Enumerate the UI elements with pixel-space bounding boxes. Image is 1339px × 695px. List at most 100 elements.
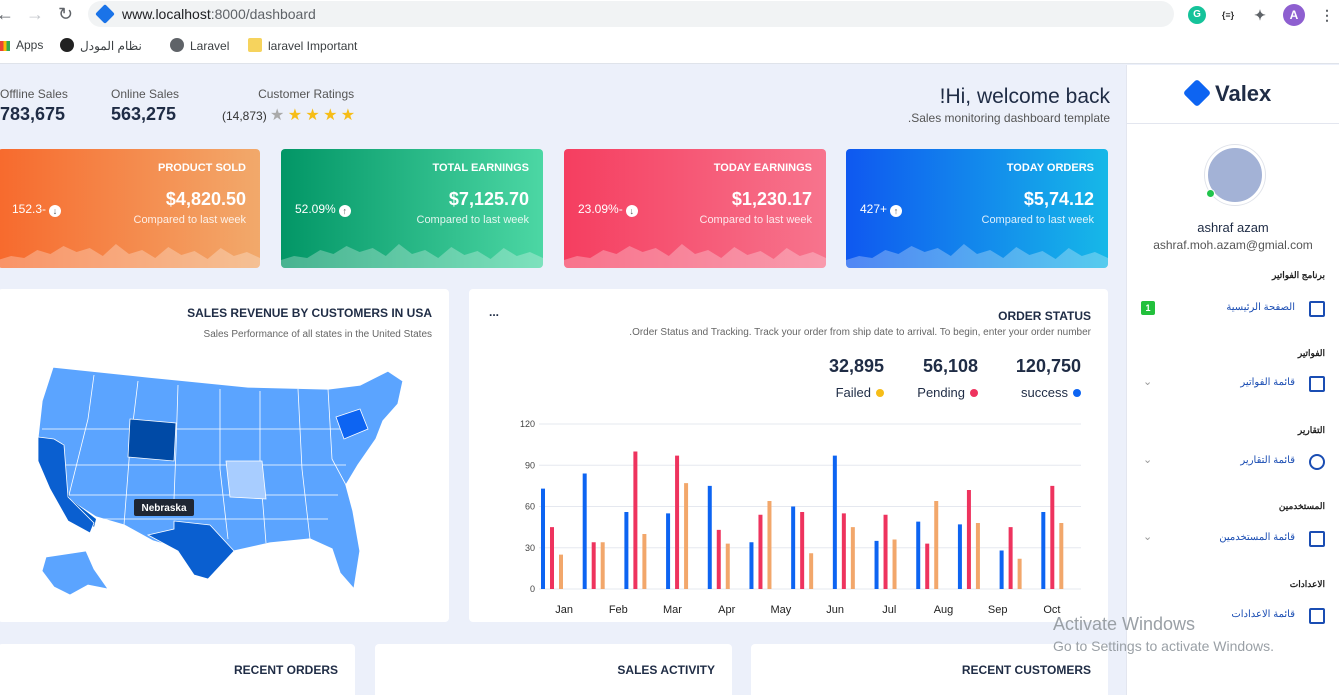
bar[interactable] [582, 473, 587, 590]
bookmark-apps[interactable]: Apps [0, 38, 43, 52]
map-tooltip: Nebraska [141, 503, 186, 514]
sidebar-item-users[interactable]: قائمة المستخدمين ⌄ [1135, 529, 1325, 549]
order-status-chart: 0306090120Jan Feb Mar Apr May Jun Jul Aug Sep Oct [520, 419, 1081, 616]
sidebar: Valex ashraf azam ashraf.moh.azam@gmial.… [1126, 65, 1339, 695]
forward-icon[interactable]: → [26, 4, 44, 25]
y-tick-label: 0 [530, 584, 535, 594]
bar[interactable] [1041, 512, 1046, 589]
json-extension-icon[interactable]: {≡} [1219, 6, 1237, 24]
sidebar-item-reports[interactable]: قائمة التقارير ⌄ [1135, 452, 1325, 472]
kpi-sparkline [564, 244, 826, 268]
bookmark-moodle[interactable]: نظام المودل [60, 38, 142, 53]
ratings-row: (14,873) ★ ★ ★ ★ ★ [222, 105, 355, 125]
chevron-down-icon[interactable]: ⌄ [1143, 453, 1152, 466]
sidebar-section-title: الفواتير [1297, 348, 1325, 358]
sidebar-item-label: قائمة الفواتير [1240, 377, 1295, 388]
chevron-down-icon[interactable]: ⌄ [1143, 530, 1152, 543]
bar[interactable] [800, 512, 805, 589]
sidebar-section-title: التقارير [1297, 425, 1325, 435]
online-sales-label: Online Sales [111, 87, 180, 101]
bar[interactable] [758, 514, 763, 589]
bar[interactable] [550, 527, 554, 589]
bar[interactable] [707, 485, 712, 589]
bar[interactable] [916, 521, 921, 589]
bar[interactable] [624, 512, 629, 589]
moodle-icon [60, 38, 74, 52]
watermark-line1: Activate Windows [1053, 614, 1196, 634]
star-icon: ★ [270, 107, 285, 124]
bar[interactable] [934, 501, 939, 589]
bar[interactable] [957, 524, 962, 589]
bar[interactable] [666, 513, 671, 589]
extensions-puzzle-icon[interactable]: ✦ [1251, 6, 1269, 24]
bar[interactable] [767, 501, 772, 589]
kpi-compare: Compared to last week [416, 214, 530, 226]
bar[interactable] [1059, 523, 1064, 589]
sales-revenue-map-card: SALES REVENUE BY CUSTOMERS IN USA Sales … [0, 289, 449, 622]
sparkline-area [281, 244, 543, 268]
sidebar-item-label: قائمة التقارير [1240, 455, 1295, 466]
kpi-amount: $4,820.50 [165, 189, 246, 209]
bar[interactable] [541, 488, 545, 589]
bar[interactable] [749, 542, 754, 589]
bar[interactable] [684, 483, 689, 589]
y-tick-label: 120 [520, 419, 535, 429]
kpi-percent: 52.09% ↑ [295, 202, 351, 217]
folder-icon [248, 38, 262, 52]
bar[interactable] [633, 451, 638, 590]
bar[interactable] [642, 534, 647, 589]
back-icon[interactable]: ← [0, 4, 14, 25]
recent-customers-title: RECENT CUSTOMERS [961, 663, 1091, 677]
grammarly-icon[interactable]: G [1188, 6, 1206, 24]
sidebar-item-label: قائمة المستخدمين [1219, 532, 1295, 543]
bar[interactable] [809, 553, 814, 589]
x-tick-label: Jul [882, 604, 896, 616]
address-bar[interactable]: www.localhost:8000/dashboard [88, 1, 1174, 27]
kpi-percent: 152.3- ↓ [12, 202, 62, 217]
apps-grid-icon [0, 41, 10, 51]
bar[interactable] [591, 542, 596, 589]
sidebar-item-home[interactable]: الصفحة الرئيسية 1 [1135, 299, 1325, 319]
bar[interactable] [832, 455, 837, 589]
sparkline-area [0, 244, 260, 268]
bar[interactable] [675, 455, 680, 589]
bar[interactable] [892, 539, 897, 590]
online-sales-value: 563,275 [111, 104, 177, 124]
bar[interactable] [850, 527, 855, 589]
chevron-down-icon[interactable]: ⌄ [1143, 375, 1152, 388]
bar[interactable] [966, 490, 971, 589]
bookmark-laravel-important[interactable]: laravel Important [248, 38, 357, 53]
kpi-percent: 427+ ↑ [860, 202, 903, 217]
book-icon [1309, 608, 1325, 624]
watermark-line2: Go to Settings to activate Windows. [1053, 638, 1274, 654]
bookmark-laravel[interactable]: Laravel [170, 38, 229, 53]
bar[interactable] [600, 542, 605, 589]
avatar[interactable] [1205, 145, 1265, 205]
bar[interactable] [559, 554, 563, 589]
bar[interactable] [925, 543, 930, 589]
bar[interactable] [1008, 527, 1013, 589]
address-row: ← → ↻ www.localhost:8000/dashboard G {≡}… [0, 0, 1339, 30]
bar[interactable] [716, 529, 721, 589]
sparkline-area [564, 244, 826, 268]
bar[interactable] [1050, 485, 1055, 589]
bar[interactable] [975, 523, 980, 589]
bar[interactable] [883, 514, 888, 589]
bar[interactable] [1017, 558, 1022, 589]
state-wyoming[interactable] [127, 418, 177, 462]
sidebar-item-invoices[interactable]: قائمة الفواتير ⌄ [1135, 374, 1325, 394]
browser-menu-icon[interactable]: ⋮ [1318, 6, 1336, 24]
bar[interactable] [725, 543, 730, 589]
user-email: ashraf.moh.azam@gmial.com [1153, 238, 1313, 252]
state-alaska[interactable] [41, 550, 109, 596]
state-missouri[interactable] [225, 460, 267, 500]
bar[interactable] [791, 506, 796, 590]
kpi-title: PRODUCT SOLD [158, 162, 246, 174]
profile-avatar[interactable]: A [1283, 4, 1305, 26]
brand-logo[interactable]: Valex [1182, 78, 1271, 108]
bar[interactable] [874, 540, 879, 589]
x-tick-label: Feb [609, 604, 628, 616]
bar[interactable] [999, 550, 1004, 590]
reload-icon[interactable]: ↻ [58, 4, 73, 25]
bar[interactable] [841, 513, 846, 589]
